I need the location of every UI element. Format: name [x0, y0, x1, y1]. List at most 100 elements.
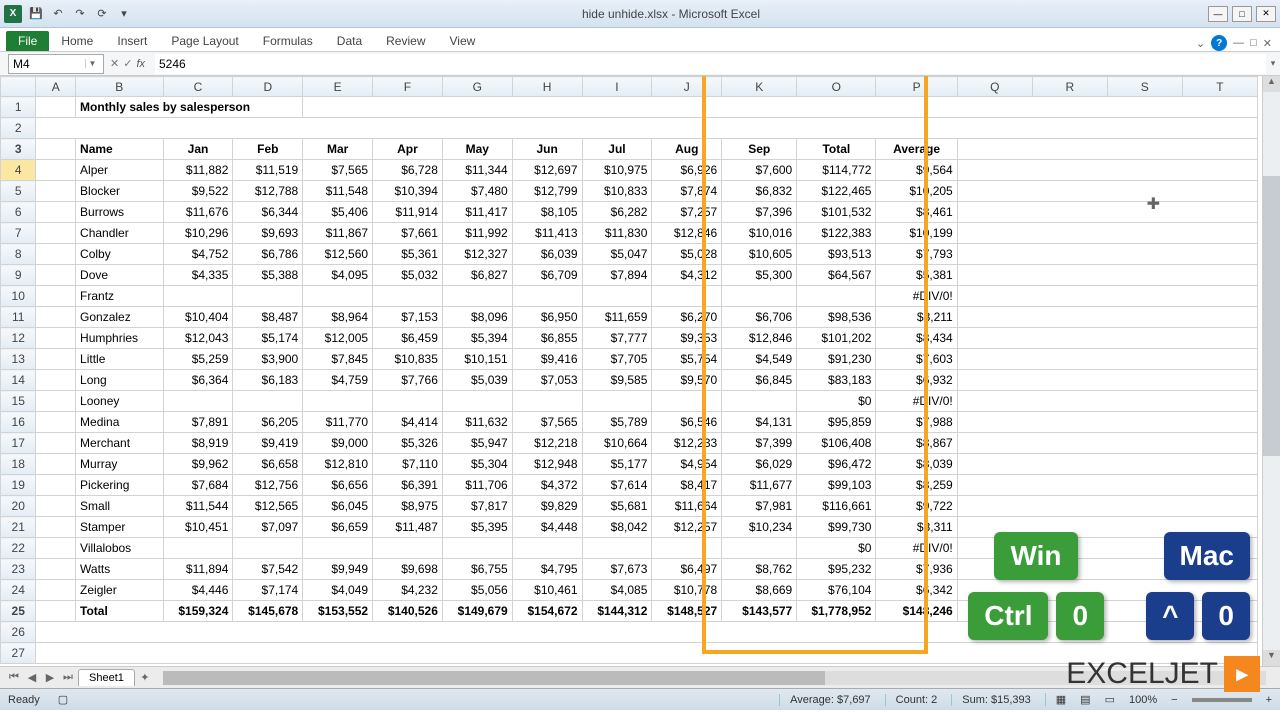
data-cell[interactable]: $12,810: [303, 454, 373, 475]
data-cell[interactable]: $7,480: [442, 181, 512, 202]
row-header[interactable]: 2: [1, 118, 36, 139]
row-header[interactable]: 23: [1, 559, 36, 580]
data-cell[interactable]: [373, 391, 443, 412]
data-cell[interactable]: $5,174: [233, 328, 303, 349]
data-cell[interactable]: $101,532: [797, 202, 876, 223]
qat-more-icon[interactable]: ▾: [114, 4, 134, 24]
name-cell[interactable]: Murray: [76, 454, 164, 475]
data-cell[interactable]: $9,585: [582, 370, 652, 391]
data-cell[interactable]: $7,614: [582, 475, 652, 496]
data-cell[interactable]: $8,105: [512, 202, 582, 223]
row-header[interactable]: 26: [1, 622, 36, 643]
name-cell[interactable]: Total: [76, 601, 164, 622]
data-cell[interactable]: $6,391: [373, 475, 443, 496]
data-cell[interactable]: $154,672: [512, 601, 582, 622]
zoom-slider[interactable]: [1192, 698, 1252, 702]
data-cell[interactable]: $5,381: [876, 265, 957, 286]
data-cell[interactable]: $4,759: [303, 370, 373, 391]
table-row[interactable]: 20Small$11,544$12,565$6,045$8,975$7,817$…: [1, 496, 1258, 517]
data-cell[interactable]: $12,756: [233, 475, 303, 496]
data-cell[interactable]: $12,257: [652, 517, 722, 538]
data-cell[interactable]: $4,795: [512, 559, 582, 580]
data-cell[interactable]: $10,199: [876, 223, 957, 244]
undo-icon[interactable]: ↶: [48, 4, 68, 24]
tab-page-layout[interactable]: Page Layout: [159, 31, 250, 51]
name-cell[interactable]: Watts: [76, 559, 164, 580]
table-row[interactable]: 14Long$6,364$6,183$4,759$7,766$5,039$7,0…: [1, 370, 1258, 391]
data-cell[interactable]: $8,096: [442, 307, 512, 328]
data-cell[interactable]: $7,053: [512, 370, 582, 391]
tab-view[interactable]: View: [438, 31, 488, 51]
data-cell[interactable]: $11,417: [442, 202, 512, 223]
name-box[interactable]: M4 ▼: [8, 54, 104, 74]
data-cell[interactable]: [442, 391, 512, 412]
row-header[interactable]: 20: [1, 496, 36, 517]
tab-formulas[interactable]: Formulas: [251, 31, 325, 51]
data-cell[interactable]: $10,833: [582, 181, 652, 202]
col-header[interactable]: H: [512, 77, 582, 97]
data-cell[interactable]: $7,661: [373, 223, 443, 244]
data-cell[interactable]: $8,211: [876, 307, 957, 328]
data-cell[interactable]: $4,049: [303, 580, 373, 601]
data-cell[interactable]: [582, 538, 652, 559]
data-cell[interactable]: $9,564: [876, 160, 957, 181]
view-normal-icon[interactable]: ▦: [1045, 693, 1066, 706]
data-cell[interactable]: $4,448: [512, 517, 582, 538]
data-cell[interactable]: $5,789: [582, 412, 652, 433]
tab-file[interactable]: File: [6, 31, 49, 51]
data-cell[interactable]: #DIV/0!: [876, 538, 957, 559]
data-cell[interactable]: [582, 286, 652, 307]
data-cell[interactable]: $96,472: [797, 454, 876, 475]
data-cell[interactable]: [652, 538, 722, 559]
col-header[interactable]: A: [36, 77, 76, 97]
row-header[interactable]: 13: [1, 349, 36, 370]
data-cell[interactable]: #DIV/0!: [876, 286, 957, 307]
data-cell[interactable]: $9,000: [303, 433, 373, 454]
row-header[interactable]: 14: [1, 370, 36, 391]
data-cell[interactable]: $8,975: [373, 496, 443, 517]
row-header[interactable]: 24: [1, 580, 36, 601]
data-cell[interactable]: $7,396: [722, 202, 797, 223]
table-row[interactable]: 18Murray$9,962$6,658$12,810$7,110$5,304$…: [1, 454, 1258, 475]
data-cell[interactable]: $11,882: [163, 160, 233, 181]
sheet-nav-next-icon[interactable]: ▶: [42, 671, 58, 684]
data-cell[interactable]: $11,487: [373, 517, 443, 538]
col-header[interactable]: D: [233, 77, 303, 97]
data-cell[interactable]: [233, 391, 303, 412]
table-row[interactable]: 15Looney$0#DIV/0!: [1, 391, 1258, 412]
data-cell[interactable]: $8,434: [876, 328, 957, 349]
data-cell[interactable]: $6,659: [303, 517, 373, 538]
data-cell[interactable]: $9,570: [652, 370, 722, 391]
data-cell[interactable]: $10,664: [582, 433, 652, 454]
data-cell[interactable]: $6,364: [163, 370, 233, 391]
data-cell[interactable]: $4,752: [163, 244, 233, 265]
data-cell[interactable]: $6,709: [512, 265, 582, 286]
data-cell[interactable]: $9,419: [233, 433, 303, 454]
refresh-icon[interactable]: ⟳: [92, 4, 112, 24]
row-header[interactable]: 8: [1, 244, 36, 265]
data-cell[interactable]: $0: [797, 538, 876, 559]
data-cell[interactable]: $140,526: [373, 601, 443, 622]
data-cell[interactable]: $7,817: [442, 496, 512, 517]
sheet-tab[interactable]: Sheet1: [78, 669, 135, 686]
col-header[interactable]: K: [722, 77, 797, 97]
data-cell[interactable]: $7,988: [876, 412, 957, 433]
data-cell[interactable]: $5,304: [442, 454, 512, 475]
data-cell[interactable]: $6,926: [652, 160, 722, 181]
row-header[interactable]: 19: [1, 475, 36, 496]
minimize-button[interactable]: —: [1208, 6, 1228, 22]
data-cell[interactable]: [163, 391, 233, 412]
data-cell[interactable]: [722, 286, 797, 307]
data-cell[interactable]: $9,416: [512, 349, 582, 370]
data-cell[interactable]: $7,894: [582, 265, 652, 286]
col-header[interactable]: F: [373, 77, 443, 97]
data-cell[interactable]: $8,964: [303, 307, 373, 328]
name-cell[interactable]: Blocker: [76, 181, 164, 202]
data-cell[interactable]: $9,829: [512, 496, 582, 517]
scroll-thumb[interactable]: [163, 671, 825, 685]
data-cell[interactable]: $11,914: [373, 202, 443, 223]
scroll-thumb[interactable]: [1263, 176, 1280, 456]
data-cell[interactable]: [652, 286, 722, 307]
data-cell[interactable]: $6,342: [876, 580, 957, 601]
name-cell[interactable]: Little: [76, 349, 164, 370]
